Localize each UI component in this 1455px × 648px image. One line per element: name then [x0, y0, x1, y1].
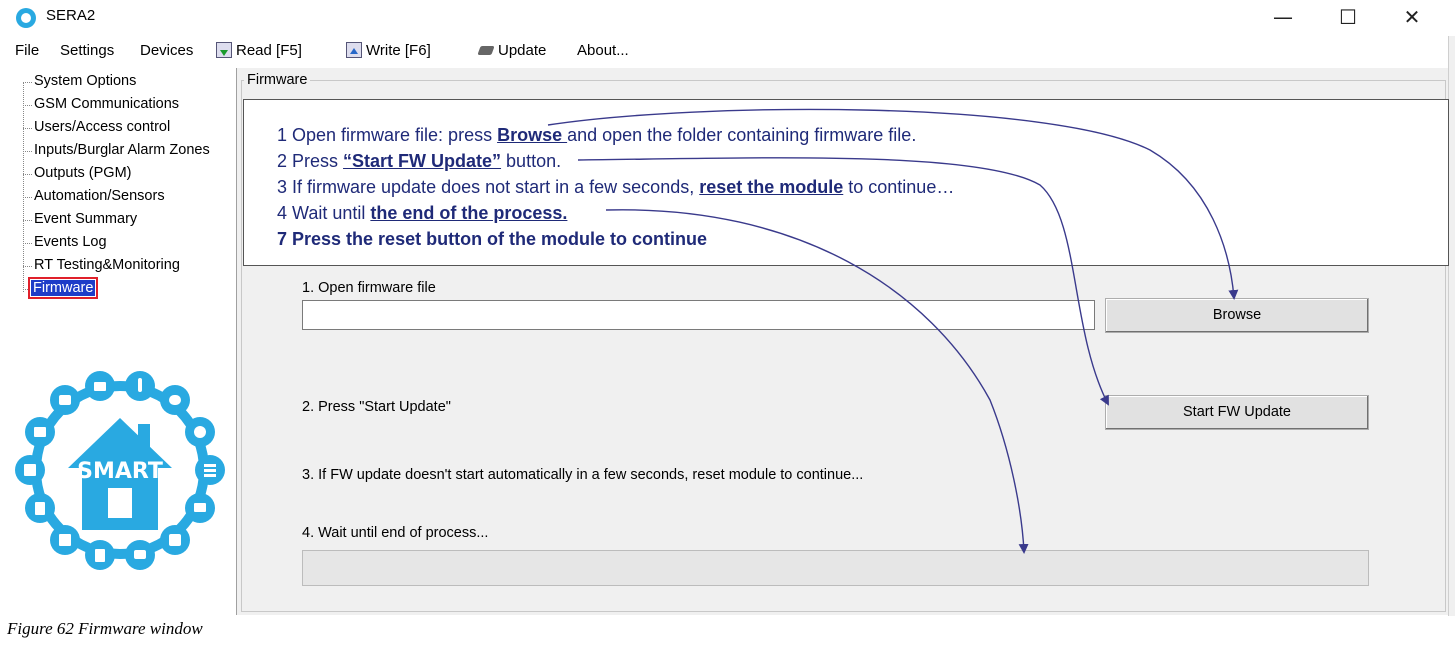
- window-title: SERA2: [46, 7, 96, 24]
- callout-line-1-key: Browse: [497, 125, 568, 145]
- callout-line-2-post: button.: [501, 151, 562, 171]
- logo-text: SMART: [77, 459, 163, 484]
- menu-bar: File Settings Devices Read [F5] Write [F…: [0, 36, 1455, 66]
- callout-line-5: 7 Press the reset button of the module t…: [277, 229, 708, 249]
- menu-update[interactable]: Update: [478, 42, 546, 59]
- callout-line-4-key: the end of the process.: [370, 203, 568, 223]
- app-icon: [16, 8, 36, 28]
- write-icon: [346, 42, 362, 58]
- sidebar-tree: System Options GSM Communications Users/…: [0, 68, 236, 615]
- sidebar-item-inputs-zones[interactable]: Inputs/Burglar Alarm Zones: [34, 142, 210, 158]
- window-right-edge: [1448, 36, 1455, 616]
- step4-label: 4. Wait until end of process...: [302, 525, 489, 541]
- tree-connector: [23, 266, 32, 267]
- callout-line-2: 2 Press “Start FW Update” button.: [277, 151, 561, 172]
- sidebar-item-automation[interactable]: Automation/Sensors: [34, 188, 165, 204]
- callout-line-3-post: to continue…: [843, 177, 955, 197]
- read-icon: [216, 42, 232, 58]
- tree-connector: [23, 197, 32, 198]
- update-progress-bar: [302, 550, 1369, 586]
- sidebar-item-system-options[interactable]: System Options: [34, 73, 136, 89]
- minimize-button[interactable]: —: [1253, 0, 1313, 34]
- tree-connector: [23, 82, 24, 292]
- step2-label: 2. Press "Start Update": [302, 399, 451, 415]
- sidebar-item-firmware[interactable]: Firmware: [27, 277, 99, 299]
- menu-read-label: Read [F5]: [236, 42, 302, 59]
- callout-line-3: 3 If firmware update does not start in a…: [277, 177, 954, 198]
- sidebar-item-users-access[interactable]: Users/Access control: [34, 119, 170, 135]
- step1-label: 1. Open firmware file: [302, 280, 436, 296]
- browse-button[interactable]: Browse: [1105, 298, 1369, 333]
- callout-line-2-pre: 2 Press: [277, 151, 344, 171]
- start-fw-update-button[interactable]: Start FW Update: [1105, 395, 1369, 430]
- menu-write[interactable]: Write [F6]: [346, 42, 431, 59]
- menu-settings[interactable]: Settings: [60, 42, 114, 59]
- menu-about[interactable]: About...: [577, 42, 629, 59]
- figure-caption: Figure 62 Firmware window: [7, 619, 203, 638]
- tree-connector: [23, 243, 32, 244]
- title-bar: SERA2 — ☐ ✕: [0, 0, 1455, 34]
- tree-connector: [23, 220, 32, 221]
- close-button[interactable]: ✕: [1382, 0, 1442, 34]
- callout-line-4-pre: 4 Wait until: [277, 203, 371, 223]
- step3-label: 3. If FW update doesn't start automatica…: [302, 467, 864, 483]
- callout-line-1: 1 Open firmware file: press Browse and o…: [277, 125, 916, 146]
- sidebar-item-outputs[interactable]: Outputs (PGM): [34, 165, 132, 181]
- sidebar-item-event-summary[interactable]: Event Summary: [34, 211, 137, 227]
- menu-devices[interactable]: Devices: [140, 42, 193, 59]
- sidebar-item-gsm-communications[interactable]: GSM Communications: [34, 96, 179, 112]
- callout-line-4: 4 Wait until the end of the process.: [277, 203, 567, 224]
- tree-connector: [23, 82, 32, 83]
- sidebar-item-rt-testing[interactable]: RT Testing&Monitoring: [34, 257, 180, 273]
- tree-connector: [23, 105, 32, 106]
- callout-line-3-key: reset the module: [699, 177, 844, 197]
- menu-update-label: Update: [498, 42, 547, 59]
- tree-connector: [23, 128, 32, 129]
- maximize-button[interactable]: ☐: [1318, 0, 1378, 34]
- callout-line-1-post: and open the folder containing firmware …: [567, 125, 917, 145]
- tree-connector: [23, 151, 32, 152]
- smart-home-logo: SMART: [15, 371, 225, 570]
- firmware-file-input[interactable]: [302, 300, 1095, 330]
- callout-line-3-pre: 3 If firmware update does not start in a…: [277, 177, 700, 197]
- sidebar-item-events-log[interactable]: Events Log: [34, 234, 107, 250]
- menu-write-label: Write [F6]: [366, 42, 431, 59]
- firmware-group-label: Firmware: [244, 72, 311, 88]
- menu-read[interactable]: Read [F5]: [216, 42, 302, 59]
- menu-file[interactable]: File: [15, 42, 39, 59]
- update-icon: [478, 42, 494, 58]
- tree-connector: [23, 174, 32, 175]
- callout-line-1-pre: 1 Open firmware file: press: [277, 125, 498, 145]
- callout-line-2-key: “Start FW Update”: [343, 151, 502, 171]
